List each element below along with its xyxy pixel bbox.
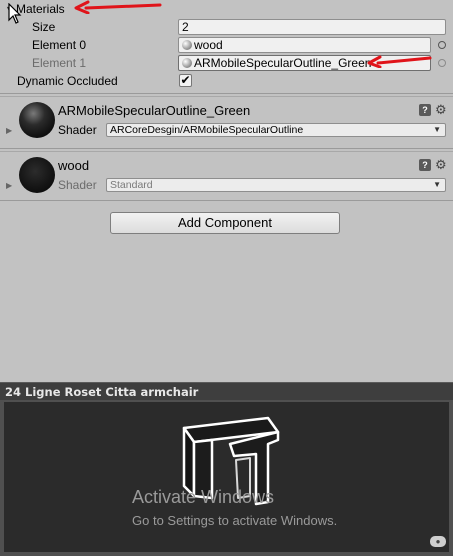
material-preview-sphere — [19, 102, 55, 138]
shader-value: Standard — [110, 179, 153, 191]
activation-watermark-subtitle: Go to Settings to activate Windows. — [132, 513, 338, 528]
size-label: Size — [32, 18, 55, 36]
material-name: ARMobileSpecularOutline_Green — [58, 103, 251, 118]
divider — [0, 148, 453, 149]
dropdown-caret-icon: ▼ — [433, 125, 441, 134]
material-preview-sphere — [19, 157, 55, 193]
shader-label-text: Shader — [58, 123, 97, 137]
divider — [0, 96, 453, 97]
object-picker-icon[interactable] — [438, 41, 446, 49]
element1-value: ARMobileSpecularOutline_Green — [194, 56, 372, 70]
element0-value: wood — [194, 38, 223, 52]
shader-dropdown[interactable]: ARCoreDesgin/ARMobileSpecularOutline ▼ — [106, 123, 446, 137]
shader-label: Shader — [58, 121, 97, 139]
model-preview-viewport[interactable] — [0, 400, 453, 556]
size-label-text: Size — [32, 20, 56, 34]
shader-dropdown[interactable]: Standard ▼ — [106, 178, 446, 192]
add-component-button[interactable]: Add Component — [110, 212, 340, 234]
dynamic-occluded-checkbox[interactable]: ✔ — [179, 74, 192, 87]
preview-header[interactable]: 24 Ligne Roset Citta armchair — [0, 382, 453, 400]
dynamic-occluded-text: Dynamic Occluded — [17, 74, 118, 88]
gear-icon[interactable]: ⚙ — [435, 103, 447, 116]
element0-object-field[interactable]: wood — [178, 37, 431, 53]
element0-label: Element 0 — [32, 36, 86, 54]
activation-watermark-title: Activate Windows — [132, 487, 275, 507]
annotation-arrow-icon — [367, 55, 432, 68]
element1-label: Element 1 — [32, 54, 86, 72]
shader-label-text: Shader — [58, 178, 97, 192]
divider — [0, 93, 453, 94]
divider — [0, 151, 453, 152]
shader-label: Shader — [58, 176, 97, 194]
preview-title: 24 Ligne Roset Citta armchair — [5, 385, 199, 399]
foldout-collapsed-icon[interactable]: ▶ — [6, 181, 12, 190]
checkmark-icon: ✔ — [180, 73, 191, 87]
tag-icon[interactable]: ● — [430, 536, 446, 547]
object-picker-icon[interactable] — [438, 59, 446, 67]
help-icon[interactable]: ? — [419, 104, 431, 116]
material-name: wood — [58, 158, 90, 173]
foldout-collapsed-icon[interactable]: ▶ — [6, 126, 12, 135]
size-field[interactable]: 2 — [178, 19, 446, 35]
shader-value: ARCoreDesgin/ARMobileSpecularOutline — [110, 124, 304, 136]
element0-label-text: Element 0 — [32, 38, 87, 52]
dynamic-occluded-label: Dynamic Occluded — [17, 72, 118, 90]
size-value: 2 — [182, 20, 189, 34]
help-icon[interactable]: ? — [419, 159, 431, 171]
material-dot-icon — [182, 40, 192, 50]
annotation-arrow-icon — [74, 0, 162, 14]
inspector-panel: ▼ Materials Size 2 Element 0 wood Elemen… — [0, 0, 453, 382]
element1-label-text: Element 1 — [32, 56, 87, 70]
gear-icon[interactable]: ⚙ — [435, 158, 447, 171]
dropdown-caret-icon: ▼ — [433, 180, 441, 189]
material-dot-icon — [182, 58, 192, 68]
divider — [0, 200, 453, 201]
mouse-cursor-icon — [8, 3, 22, 24]
